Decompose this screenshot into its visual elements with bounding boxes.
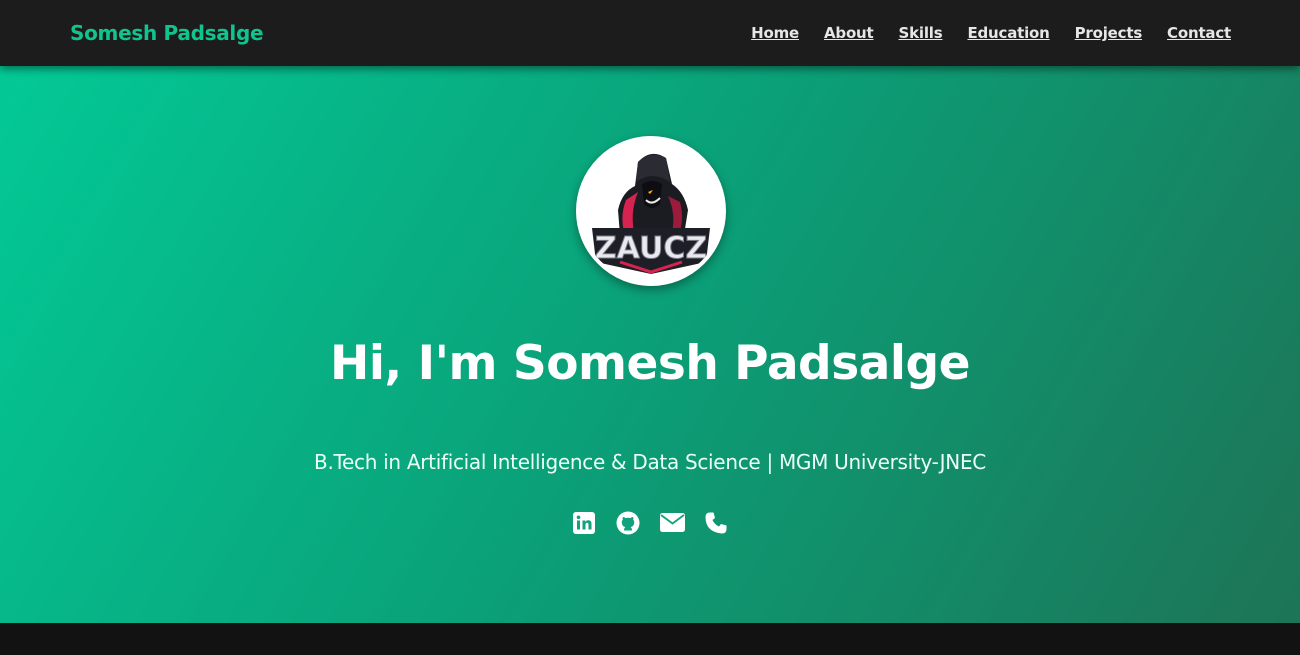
profile-avatar: ZAUCZ: [576, 136, 726, 286]
hero-title: Hi, I'm Somesh Padsalge: [329, 336, 971, 391]
github-icon[interactable]: [616, 510, 641, 535]
hero-subtitle: B.Tech in Artificial Intelligence & Data…: [314, 450, 986, 474]
next-section-edge: [0, 623, 1300, 655]
hero-section: ZAUCZ Hi, I'm Somesh Padsalge B.Tech in …: [0, 66, 1300, 623]
nav-link-home[interactable]: Home: [751, 24, 799, 42]
nav-link-projects[interactable]: Projects: [1075, 24, 1143, 42]
zaucz-logo-icon: ZAUCZ: [580, 140, 722, 282]
social-links: [0, 510, 1300, 535]
navbar: Somesh Padsalge Home About Skills Educat…: [0, 0, 1300, 66]
email-icon[interactable]: [659, 510, 685, 535]
nav-links: Home About Skills Education Projects Con…: [751, 24, 1231, 42]
nav-link-about[interactable]: About: [824, 24, 874, 42]
brand-logo-text[interactable]: Somesh Padsalge: [70, 21, 264, 45]
nav-link-education[interactable]: Education: [967, 24, 1049, 42]
linkedin-icon[interactable]: [572, 510, 597, 535]
nav-link-skills[interactable]: Skills: [899, 24, 943, 42]
nav-link-contact[interactable]: Contact: [1167, 24, 1231, 42]
phone-icon[interactable]: [704, 510, 729, 535]
avatar-logo-text: ZAUCZ: [595, 231, 707, 266]
